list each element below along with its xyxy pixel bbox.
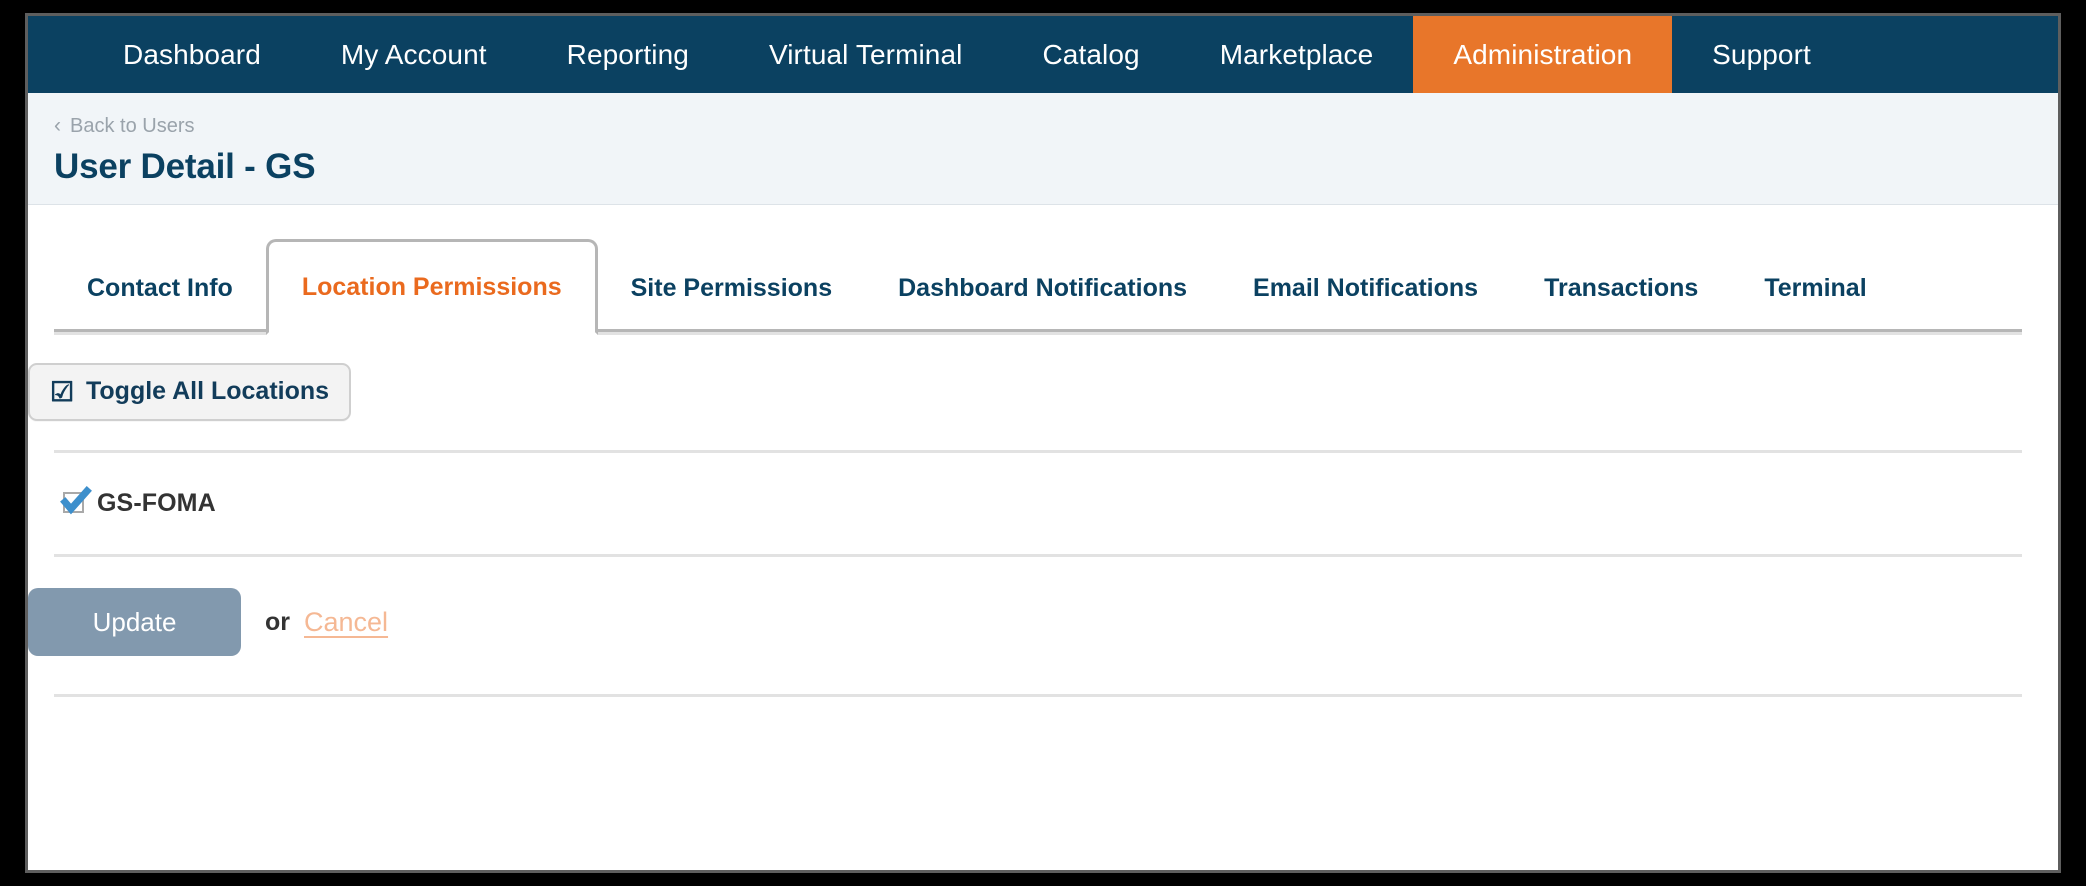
tab-location-permissions[interactable]: Location Permissions [265,239,598,335]
nav-item-label: Marketplace [1219,38,1374,70]
nav-item-support[interactable]: Support [1672,16,1851,93]
nav-item-label: Administration [1453,38,1633,70]
nav-item-marketplace[interactable]: Marketplace [1180,16,1414,93]
tab-site-permissions[interactable]: Site Permissions [598,244,865,332]
tab-panel-location-permissions: ☑ Toggle All Locations GS-FOMA Update or… [28,332,2058,734]
checkbox-checked-icon: ☑ [50,376,75,407]
screen: Dashboard My Account Reporting Virtual T… [0,0,2086,886]
breadcrumb-label: Back to Users [70,115,195,137]
tab-label: Terminal [1764,273,1867,302]
nav-item-label: Catalog [1042,38,1140,70]
chevron-left-icon: ‹ [54,114,61,137]
breadcrumb-back-to-users[interactable]: ‹ Back to Users [54,115,194,138]
tab-label: Transactions [1544,273,1699,302]
nav-item-reporting[interactable]: Reporting [527,16,729,93]
tab-label: Location Permissions [301,272,562,301]
page-title: User Detail - GS [54,147,316,186]
nav-item-label: Dashboard [123,38,261,70]
toggle-all-locations-button[interactable]: ☑ Toggle All Locations [28,363,352,421]
location-checkbox-checked-icon[interactable] [60,486,92,517]
nav-item-administration[interactable]: Administration [1413,16,1673,93]
cancel-link[interactable]: Cancel [304,607,388,638]
tab-transactions[interactable]: Transactions [1511,244,1731,332]
update-button[interactable]: Update [28,588,241,656]
tab-label: Contact Info [87,273,233,302]
tab-contact-info[interactable]: Contact Info [54,244,266,332]
toggle-all-locations-label: Toggle All Locations [86,377,330,405]
nav-item-dashboard[interactable]: Dashboard [83,16,301,93]
nav-item-label: Reporting [566,38,689,70]
location-name: GS-FOMA [97,489,216,517]
tab-label: Site Permissions [630,273,833,302]
nav-item-my-account[interactable]: My Account [301,16,527,93]
nav-item-virtual-terminal[interactable]: Virtual Terminal [729,16,1003,93]
nav-item-label: My Account [340,38,487,70]
locations-list: GS-FOMA [28,453,2058,554]
tab-label: Email Notifications [1253,273,1479,302]
tab-email-notifications[interactable]: Email Notifications [1220,244,1511,332]
tab-terminal[interactable]: Terminal [1731,244,1899,332]
tab-bar: Contact Info Location Permissions Site P… [28,205,2058,335]
toggle-all-section: ☑ Toggle All Locations [28,335,2058,450]
nav-item-catalog[interactable]: Catalog [1002,16,1179,93]
form-actions: Update or Cancel [28,557,2058,694]
tab-label: Dashboard Notifications [898,273,1188,302]
nav-item-label: Virtual Terminal [768,38,963,70]
bottom-spacer [28,697,2058,734]
top-navigation-bar: Dashboard My Account Reporting Virtual T… [28,16,2058,93]
or-separator-label: or [265,607,290,636]
list-item[interactable]: GS-FOMA [28,486,216,518]
tab-dashboard-notifications[interactable]: Dashboard Notifications [865,244,1220,332]
browser-window: Dashboard My Account Reporting Virtual T… [25,13,2061,873]
page-header: ‹ Back to Users User Detail - GS [28,93,2058,205]
nav-item-label: Support [1712,38,1811,70]
